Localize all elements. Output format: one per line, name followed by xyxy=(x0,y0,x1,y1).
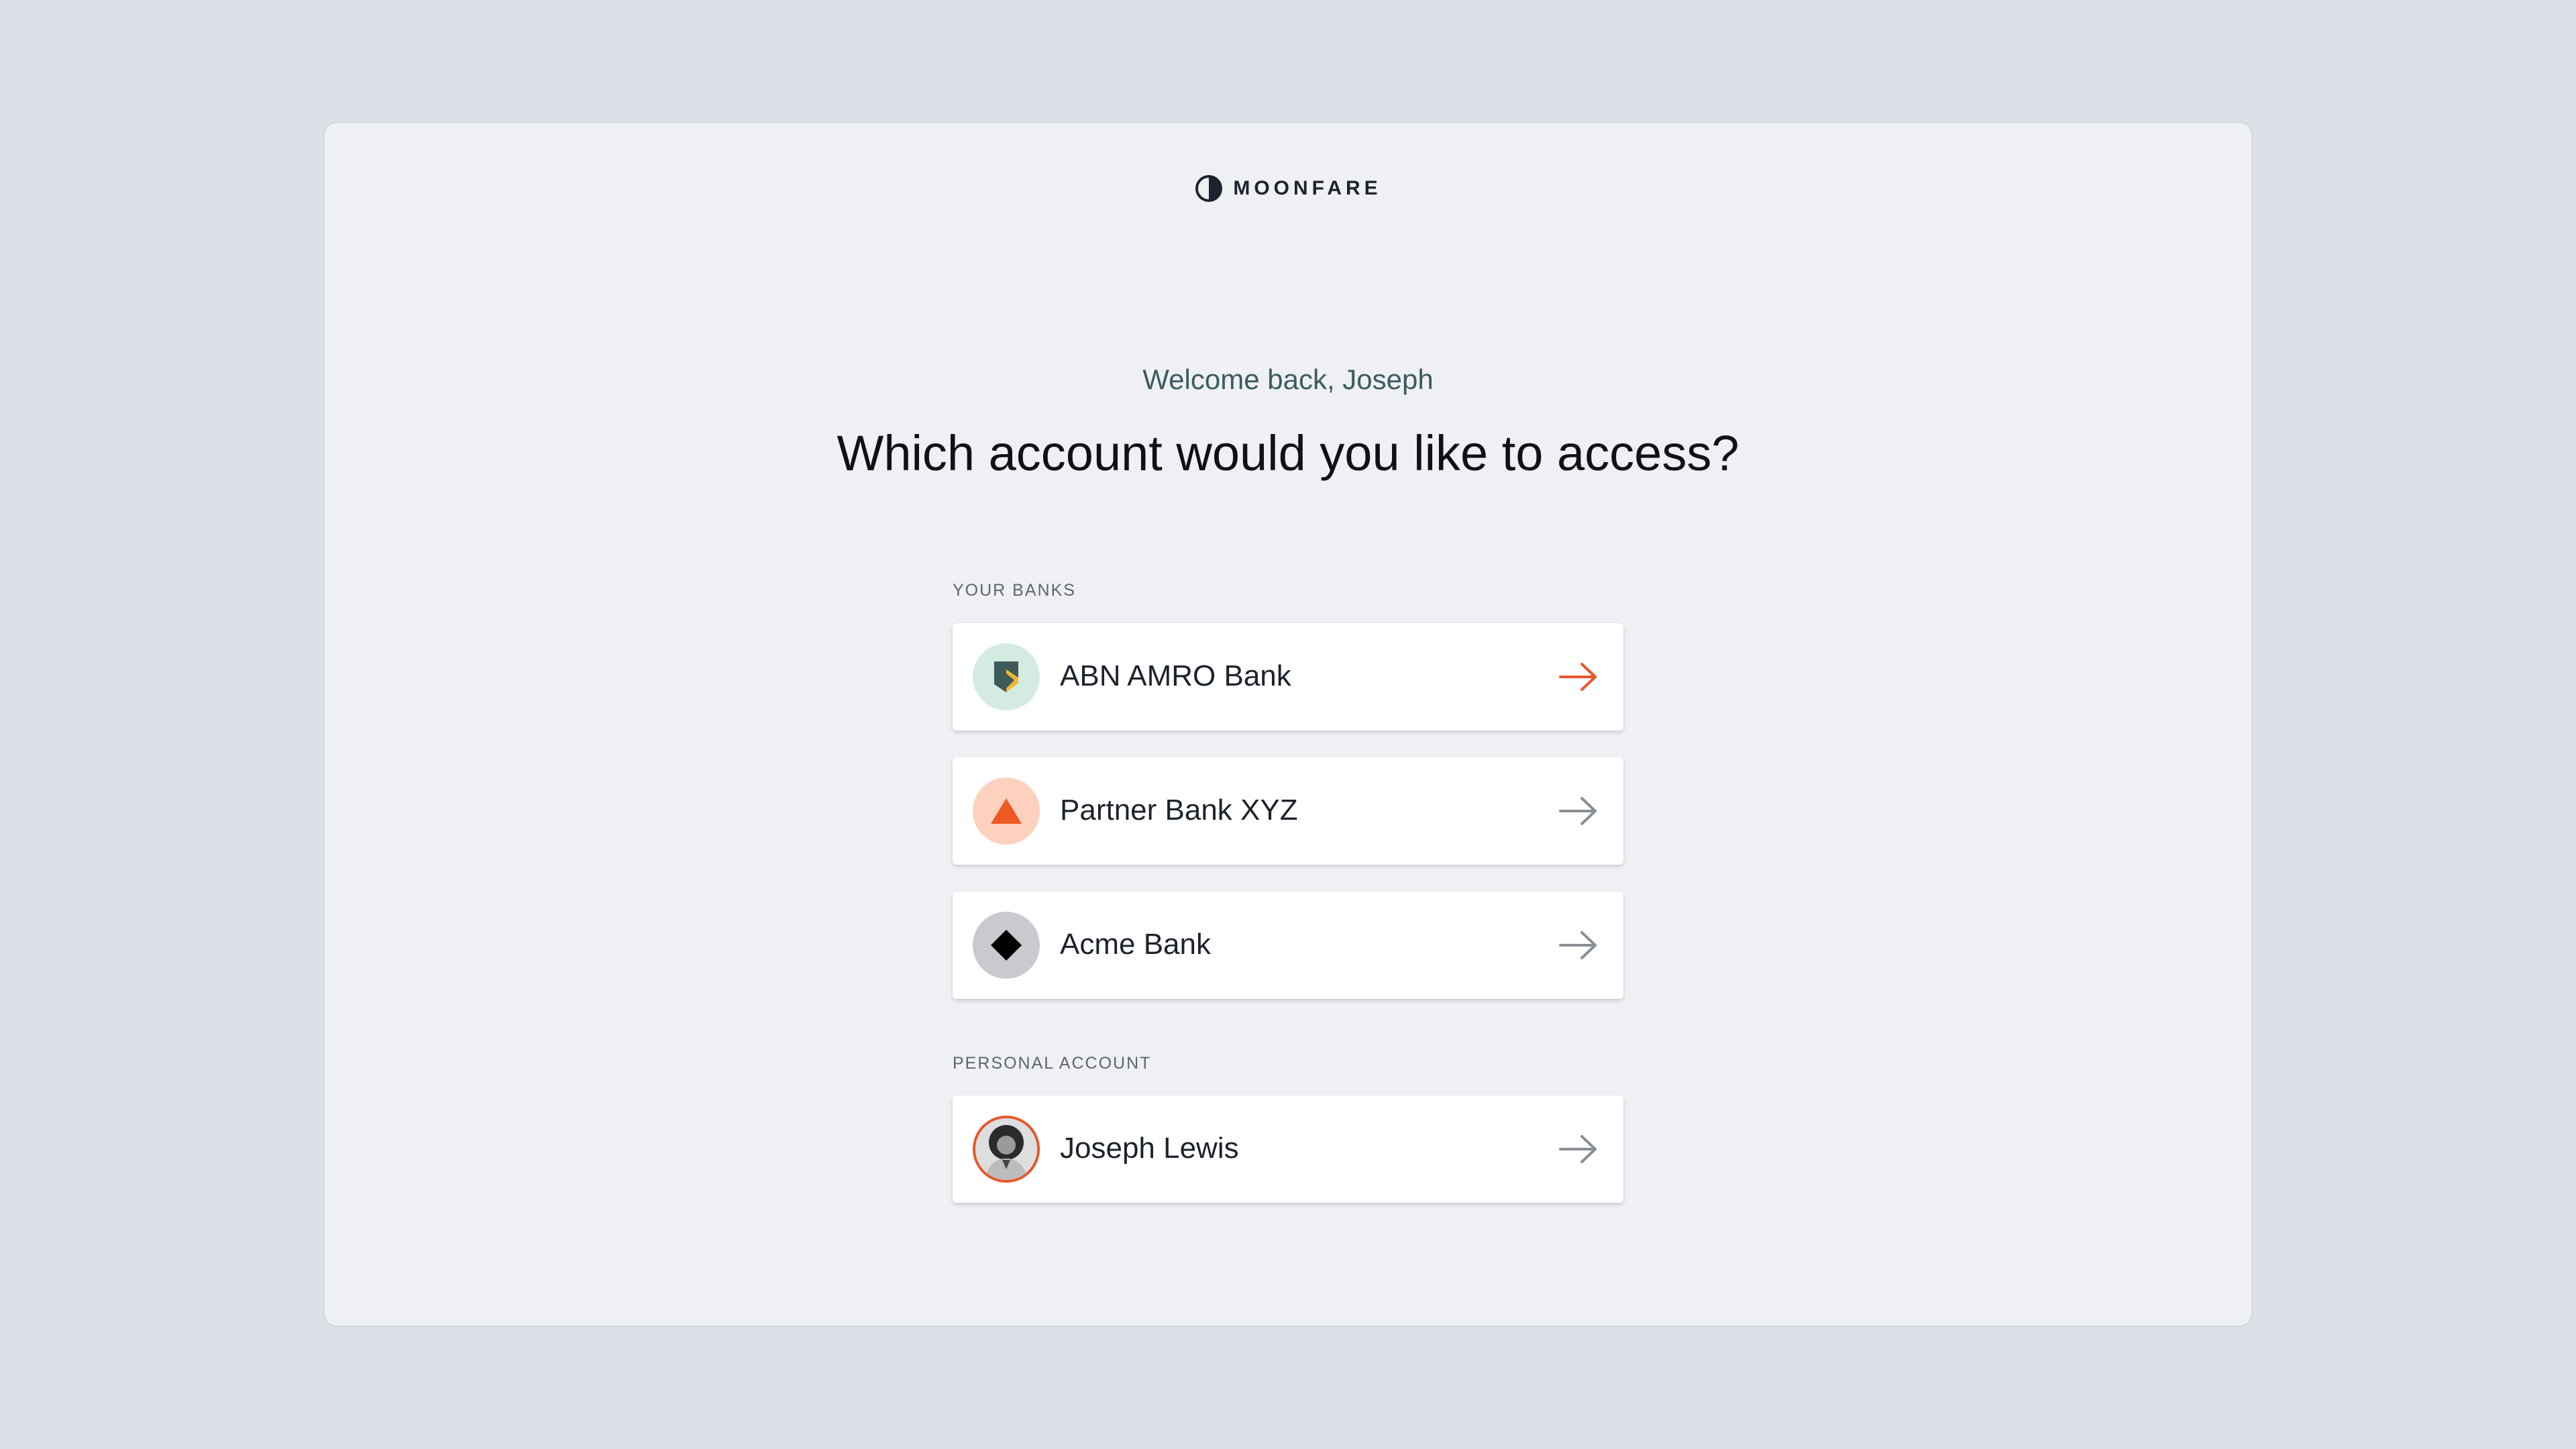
bank-avatar xyxy=(973,912,1040,979)
bank-avatar xyxy=(973,643,1040,710)
account-name: Acme Bank xyxy=(1060,928,1211,961)
account-row-joseph-lewis[interactable]: Joseph Lewis xyxy=(953,1095,1623,1203)
account-row-partner-bank-xyz[interactable]: Partner Bank XYZ xyxy=(953,757,1623,865)
triangle-icon xyxy=(991,798,1022,824)
person-avatar-icon xyxy=(975,1118,1037,1180)
page-title: Which account would you like to access? xyxy=(837,425,1739,481)
half-moon-icon xyxy=(1195,175,1223,202)
account-row-abn-amro-bank[interactable]: ABN AMRO Bank xyxy=(953,623,1623,731)
diamond-icon xyxy=(991,930,1022,961)
account-selection-card: MOONFARE Welcome back, Joseph Which acco… xyxy=(323,121,2253,1327)
account-name: Joseph Lewis xyxy=(1060,1132,1239,1165)
profile-photo-avatar xyxy=(973,1116,1040,1183)
arrow-right-icon xyxy=(1559,663,1597,691)
bank-avatar xyxy=(973,777,1040,845)
arrow-right-icon xyxy=(1559,931,1597,959)
section-label-personal-account: PERSONAL ACCOUNT xyxy=(953,1054,1152,1073)
account-row-acme-bank[interactable]: Acme Bank xyxy=(953,892,1623,999)
arrow-right-icon xyxy=(1559,797,1597,825)
section-label-your-banks: YOUR BANKS xyxy=(953,581,1076,600)
account-name: ABN AMRO Bank xyxy=(1060,659,1291,692)
account-name: Partner Bank XYZ xyxy=(1060,794,1298,826)
welcome-message: Welcome back, Joseph xyxy=(1142,364,1434,395)
brand-header: MOONFARE xyxy=(325,174,2251,203)
abn-amro-shield-icon xyxy=(994,661,1018,692)
brand-name: MOONFARE xyxy=(1233,177,1382,199)
arrow-right-icon xyxy=(1559,1135,1597,1163)
